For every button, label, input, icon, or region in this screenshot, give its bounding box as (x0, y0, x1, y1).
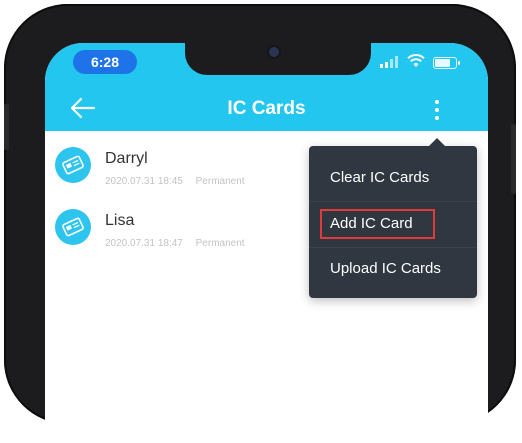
card-type: Permanent (195, 238, 245, 249)
card-date: 2020.07.31 18:45 (105, 176, 183, 187)
ic-card-icon (55, 209, 91, 245)
front-camera (269, 47, 279, 57)
more-dot (435, 116, 439, 120)
card-holder-name: Lisa (105, 212, 135, 229)
phone-frame: 6:28 IC Cards Darryl 2020.07.31 18:45 Pe… (4, 4, 516, 443)
phone-screen: 6:28 IC Cards Darryl 2020.07.31 18:45 Pe… (45, 43, 488, 443)
status-time: 6:28 (73, 50, 137, 74)
power-button (511, 124, 516, 194)
ic-card-icon (55, 147, 91, 183)
more-dot (435, 108, 439, 112)
more-options-button[interactable] (429, 98, 445, 122)
battery-icon (433, 57, 460, 69)
notch (185, 43, 371, 75)
side-button (4, 104, 9, 150)
card-meta: 2020.07.31 18:47 Permanent (105, 238, 245, 249)
highlight-box (320, 209, 435, 239)
app-header: 6:28 IC Cards (45, 43, 488, 131)
clear-ic-cards-menu-item[interactable]: Clear IC Cards (309, 154, 477, 202)
card-date: 2020.07.31 18:47 (105, 238, 183, 249)
card-holder-name: Darryl (105, 150, 148, 167)
page-title: IC Cards (227, 98, 306, 119)
options-menu: Clear IC Cards Add IC Card Upload IC Car… (309, 138, 477, 298)
wifi-icon (407, 54, 425, 67)
card-meta: 2020.07.31 18:45 Permanent (105, 176, 245, 187)
signal-icon (380, 56, 398, 68)
card-type: Permanent (195, 176, 245, 187)
upload-ic-cards-menu-item[interactable]: Upload IC Cards (309, 245, 477, 293)
more-vertical-icon (435, 100, 439, 104)
status-icons (380, 54, 470, 70)
